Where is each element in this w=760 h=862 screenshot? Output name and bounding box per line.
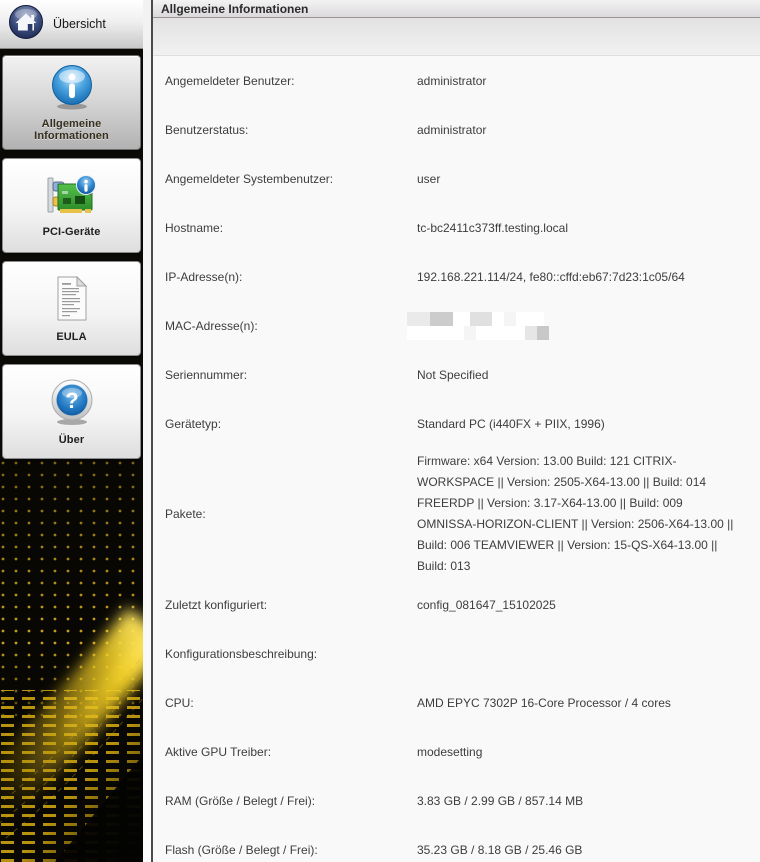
info-panel: Angemeldeter Benutzer: administrator Ben…: [153, 56, 760, 862]
home-icon: [8, 4, 44, 45]
info-row-geraetetyp: Gerätetyp: Standard PC (i440FX + PIIX, 1…: [165, 399, 760, 448]
sidebar-item-label: Übersicht: [53, 17, 106, 31]
row-label: Hostname:: [165, 221, 417, 235]
sidebar-item-ueber[interactable]: ? Über: [2, 364, 141, 459]
sidebar: Übersicht: [0, 0, 143, 862]
sidebar-nav: Allgemeine Informationen: [2, 55, 141, 459]
row-label: Gerätetyp:: [165, 417, 417, 431]
main-panel: Allgemeine Informationen Angemeldeter Be…: [151, 0, 760, 862]
info-row-zuletzt-konfiguriert: Zuletzt konfiguriert: config_081647_1510…: [165, 580, 760, 629]
row-value: tc-bc2411c373ff.testing.local: [417, 220, 760, 236]
row-label: IP-Adresse(n):: [165, 270, 417, 284]
row-value: administrator: [417, 122, 760, 138]
row-value: administrator: [417, 73, 760, 89]
sidebar-item-label: Über: [59, 434, 84, 446]
sidebar-item-pci-geraete[interactable]: PCI-Geräte: [2, 158, 141, 253]
row-label: MAC-Adresse(n):: [165, 319, 417, 333]
row-label: Seriennummer:: [165, 368, 417, 382]
row-value: Not Specified: [417, 367, 760, 383]
row-value: config_081647_15102025: [417, 597, 760, 613]
row-value: Standard PC (i440FX + PIIX, 1996): [417, 416, 760, 432]
row-label: Angemeldeter Systembenutzer:: [165, 172, 417, 186]
row-label: RAM (Größe / Belegt / Frei):: [165, 794, 417, 808]
svg-text:?: ?: [65, 388, 78, 413]
pci-card-icon: [45, 174, 99, 221]
info-row-mac-adressen: MAC-Adresse(n):: [165, 301, 760, 350]
row-label: Angemeldeter Benutzer:: [165, 74, 417, 88]
info-row-pakete: Pakete: Firmware: x64 Version: 13.00 Bui…: [165, 448, 760, 580]
page-title: Allgemeine Informationen: [161, 2, 308, 16]
info-row-konfigurationsbeschreibung: Konfigurationsbeschreibung:: [165, 629, 760, 678]
question-mark-icon: ?: [48, 378, 96, 429]
info-row-seriennummer: Seriennummer: Not Specified: [165, 350, 760, 399]
row-value: modesetting: [417, 744, 760, 760]
row-value: Firmware: x64 Version: 13.00 Build: 121 …: [417, 451, 760, 577]
row-label: Aktive GPU Treiber:: [165, 745, 417, 759]
mac-redacted-block: [407, 312, 752, 340]
row-value: AMD EPYC 7302P 16-Core Processor / 4 cor…: [417, 695, 760, 711]
sidebar-item-overview[interactable]: Übersicht: [0, 0, 143, 49]
info-icon: [49, 64, 95, 113]
info-row-cpu: CPU: AMD EPYC 7302P 16-Core Processor / …: [165, 678, 760, 727]
sidebar-item-label: PCI-Geräte: [43, 226, 101, 238]
row-value: user: [417, 171, 760, 187]
row-value: [417, 312, 760, 340]
app-window: Übersicht: [0, 0, 760, 862]
sidebar-gold-wave-texture: [0, 460, 143, 862]
row-value: 35.23 GB / 8.18 GB / 25.46 GB: [417, 842, 760, 858]
panel-divider: [143, 0, 151, 862]
row-label: Konfigurationsbeschreibung:: [165, 647, 417, 661]
info-row-gpu-treiber: Aktive GPU Treiber: modesetting: [165, 727, 760, 776]
row-label: CPU:: [165, 696, 417, 710]
row-label: Benutzerstatus:: [165, 123, 417, 137]
info-row-ip-adressen: IP-Adresse(n): 192.168.221.114/24, fe80:…: [165, 252, 760, 301]
info-row-systembenutzer: Angemeldeter Systembenutzer: user: [165, 154, 760, 203]
sidebar-item-label: EULA: [56, 331, 86, 343]
sidebar-item-eula[interactable]: EULA: [2, 261, 141, 356]
row-value: 192.168.221.114/24, fe80::cffd:eb67:7d23…: [417, 269, 760, 285]
info-row-hostname: Hostname: tc-bc2411c373ff.testing.local: [165, 203, 760, 252]
info-row-ram: RAM (Größe / Belegt / Frei): 3.83 GB / 2…: [165, 776, 760, 825]
row-label: Zuletzt konfiguriert:: [165, 598, 417, 612]
row-label: Flash (Größe / Belegt / Frei):: [165, 843, 417, 857]
sidebar-item-allgemeine-informationen[interactable]: Allgemeine Informationen: [2, 55, 141, 150]
sidebar-item-label: Allgemeine Informationen: [3, 118, 140, 142]
panel-title-bar: Allgemeine Informationen: [153, 0, 760, 18]
info-row-benutzerstatus: Benutzerstatus: administrator: [165, 105, 760, 154]
eula-document-icon: [52, 275, 92, 326]
toolbar-area: [153, 18, 760, 56]
row-label: Pakete:: [165, 507, 417, 521]
info-row-angemeldeter-benutzer: Angemeldeter Benutzer: administrator: [165, 56, 760, 105]
info-row-flash: Flash (Größe / Belegt / Frei): 35.23 GB …: [165, 825, 760, 862]
row-value: 3.83 GB / 2.99 GB / 857.14 MB: [417, 793, 760, 809]
